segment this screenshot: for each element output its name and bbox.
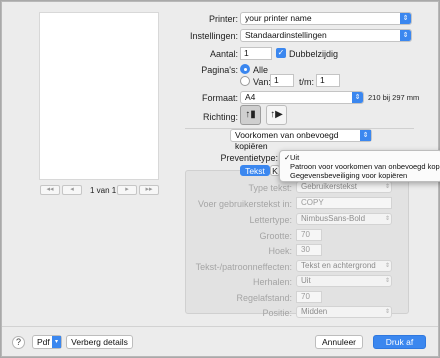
- select-arrows-icon: ⇕: [360, 130, 371, 141]
- print-button[interactable]: Druk af: [373, 335, 426, 349]
- paper-dimensions: 210 bij 297 mm: [368, 93, 420, 102]
- menu-item-pattern[interactable]: Patroon voor voorkomen van onbevoegd kop…: [284, 162, 440, 171]
- portrait-orientation-button[interactable]: ↑▮: [240, 105, 261, 125]
- pdf-menu-button[interactable]: Pdf ▾: [32, 335, 62, 349]
- select-arrows-icon: ⇕: [384, 216, 390, 222]
- select-arrows-icon: ⇕: [400, 13, 411, 24]
- pages-label: Pagina's:: [201, 65, 238, 75]
- presets-select[interactable]: Standaardinstellingen ⇕: [240, 29, 412, 42]
- presets-label: Instellingen:: [189, 31, 238, 41]
- select-arrows-icon: ⇕: [384, 184, 390, 190]
- repeat-value: Uit: [301, 276, 311, 285]
- orientation-label: Richting:: [202, 112, 238, 122]
- select-arrows-icon: ⇕: [352, 92, 363, 103]
- menu-item-off[interactable]: ✓Uit: [284, 153, 299, 162]
- menu-item-off-label: Uit: [290, 153, 300, 162]
- previous-page-button[interactable]: ◂: [62, 185, 82, 195]
- printer-label: Printer:: [208, 14, 238, 24]
- pages-to-label: t/m:: [299, 77, 314, 87]
- size-label: Grootte:: [259, 231, 292, 241]
- pages-all-radio[interactable]: [240, 64, 250, 74]
- printer-value: your printer name: [245, 13, 312, 23]
- paper-size-label: Formaat:: [201, 93, 238, 103]
- pages-range-radio[interactable]: [240, 76, 250, 86]
- landscape-orientation-button[interactable]: ↑▶: [266, 105, 287, 125]
- text-type-value: Gebruikerstekst: [301, 182, 358, 191]
- first-page-button[interactable]: ◂◂: [40, 185, 60, 195]
- cancel-button[interactable]: Annuleer: [315, 335, 363, 349]
- last-page-button[interactable]: ▸▸: [139, 185, 159, 195]
- text-type-select[interactable]: Gebruikerstekst ⇕: [296, 181, 392, 193]
- prevention-type-label: Preventietype:: [220, 153, 278, 163]
- effect-select[interactable]: Tekst en achtergrond ⇕: [296, 260, 392, 272]
- pages-from-label: Van:: [253, 77, 271, 87]
- menu-item-pattern-label: Patroon voor voorkomen van onbevoegd kop…: [290, 162, 440, 171]
- printer-select[interactable]: your printer name ⇕: [240, 12, 412, 25]
- paper-size-value: A4: [245, 92, 256, 102]
- presets-value: Standaardinstellingen: [245, 30, 327, 40]
- angle-label: Hoek:: [268, 246, 292, 256]
- pdf-label: Pdf: [37, 337, 50, 347]
- select-arrows-icon: ⇕: [384, 263, 390, 269]
- user-text-input[interactable]: COPY: [296, 197, 392, 209]
- pages-from-input[interactable]: 1: [270, 74, 294, 87]
- position-select[interactable]: Midden ⇕: [296, 306, 392, 318]
- page-preview: [39, 12, 159, 180]
- font-value: NimbusSans-Bold: [301, 214, 366, 223]
- tab-text[interactable]: Tekst: [240, 165, 270, 176]
- text-type-label: Type tekst:: [248, 183, 292, 193]
- hide-details-button[interactable]: Verberg details: [66, 335, 133, 349]
- menu-item-data-security[interactable]: Gegevensbeveiliging voor kopiëren: [284, 171, 407, 180]
- line-spacing-input[interactable]: 70: [296, 291, 322, 303]
- position-value: Midden: [301, 307, 328, 316]
- pages-to-input[interactable]: 1: [316, 74, 340, 87]
- repeat-select[interactable]: Uit ⇕: [296, 275, 392, 287]
- pages-all-label: Alle: [253, 65, 269, 75]
- duplex-label: Dubbelzijdig: [289, 49, 339, 59]
- next-page-button[interactable]: ▸: [117, 185, 137, 195]
- footer-divider: [2, 326, 438, 327]
- angle-input[interactable]: 30: [296, 244, 322, 256]
- duplex-checkbox[interactable]: ✓: [276, 48, 286, 58]
- line-spacing-label: Regelafstand:: [236, 293, 292, 303]
- paper-size-select[interactable]: A4 ⇕: [240, 91, 364, 104]
- menu-item-data-security-label: Gegevensbeveiliging voor kopiëren: [290, 171, 408, 180]
- section-select[interactable]: Voorkomen van onbevoegd kopiëren ⇕: [230, 129, 372, 151]
- repeat-label: Herhalen:: [252, 277, 292, 287]
- effect-label: Tekst-/patroonneffecten:: [195, 262, 292, 272]
- landscape-icon: ↑▶: [270, 109, 283, 120]
- section-value: Voorkomen van onbevoegd kopiëren: [235, 130, 339, 151]
- effect-value: Tekst en achtergrond: [301, 261, 376, 270]
- user-text-label: Voer gebruikerstekst in:: [197, 199, 292, 209]
- size-input[interactable]: 70: [296, 229, 322, 241]
- print-dialog: ◂◂ ◂ 1 van 1 ▸ ▸▸ Printer: your printer …: [1, 1, 440, 357]
- portrait-icon: ↑▮: [245, 109, 256, 120]
- font-label: Lettertype:: [249, 215, 292, 225]
- page-indicator: 1 van 1: [90, 186, 117, 195]
- copies-input[interactable]: 1: [240, 47, 272, 60]
- select-arrows-icon: ⇕: [384, 278, 390, 284]
- help-button[interactable]: ?: [12, 336, 25, 349]
- font-select[interactable]: NimbusSans-Bold ⇕: [296, 213, 392, 225]
- copies-label: Aantal:: [209, 49, 238, 59]
- prevention-type-menu: ✓Uit Patroon voor voorkomen van onbevoeg…: [279, 150, 440, 182]
- chevron-down-icon: ▾: [52, 336, 61, 348]
- select-arrows-icon: ⇕: [400, 30, 411, 41]
- select-arrows-icon: ⇕: [384, 309, 390, 315]
- position-label: Positie:: [262, 308, 292, 318]
